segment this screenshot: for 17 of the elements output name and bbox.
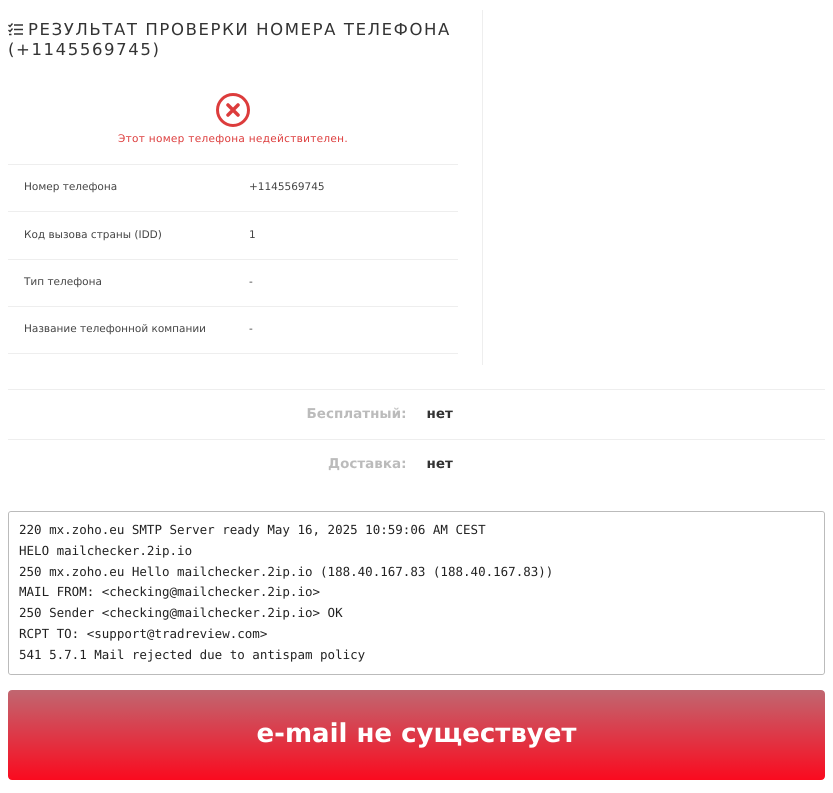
detail-value: - [249,322,253,338]
flag-value: нет [426,405,453,424]
flag-value: нет [426,455,453,474]
result-button[interactable]: e-mail не существует [8,690,825,780]
detail-label: Код вызова страны (IDD) [24,228,162,241]
detail-value: +1145569745 [249,180,325,196]
detail-value: 1 [249,228,256,243]
detail-value: - [249,275,253,290]
smtp-log: 220 mx.zoho.eu SMTP Server ready May 16, 2025 10:59:06 AM CEST HELO mailchecker.2ip.io 250 mx.zoho.eu Hello mailchecker.2ip.io (188.40.167.83 (188.40.167.83)) MAIL FROM: <checking@mailchecker.2ip.io> 250 Sender <checking@mailchecker.2ip.io> OK RCPT TO: <support@tradreview.com> 541 5.7.1 Mail rejected due to antispam policy [8,511,825,675]
flag-label: Доставка: [328,456,406,472]
flag-label: Бесплатный: [306,406,406,422]
result-title: РЕЗУЛЬТАТ ПРОВЕРКИ НОМЕРА ТЕЛЕФОНА (+1145569745) [8,20,452,60]
status-message: Этот номер телефона недействителен. [118,132,348,147]
detail-label: Номер телефона [24,181,118,194]
detail-label: Тип телефона [24,276,102,288]
detail-label: Название телефонной компании [24,323,206,336]
checklist-icon [8,23,23,36]
